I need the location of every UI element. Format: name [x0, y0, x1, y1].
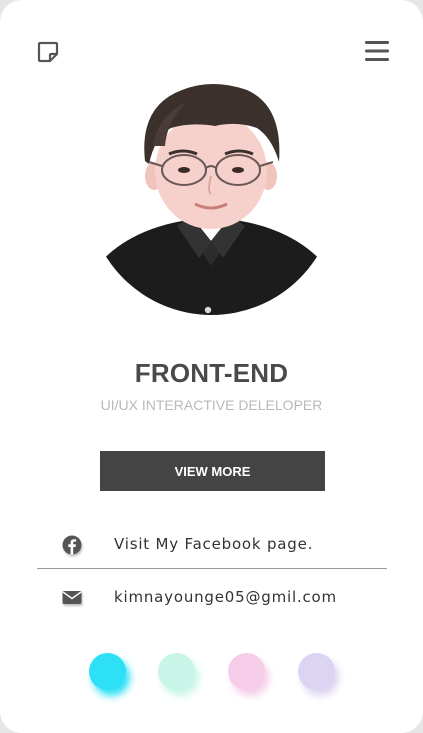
- hamburger-menu-icon[interactable]: [365, 40, 389, 62]
- avatar: [87, 66, 336, 315]
- avatar-portrait-illustration: [87, 66, 336, 315]
- theme-swatch-cyan[interactable]: [89, 653, 126, 690]
- email-link-text[interactable]: kimnayounge05@gmil.com: [114, 588, 337, 606]
- facebook-link-row[interactable]: Visit My Facebook page.: [37, 525, 387, 565]
- facebook-link-text[interactable]: Visit My Facebook page.: [114, 535, 313, 553]
- facebook-icon: [62, 535, 82, 555]
- sticky-note-icon[interactable]: [36, 40, 60, 64]
- profile-card: FRONT-END UI/UX INTERACTIVE DELELOPER VI…: [0, 0, 423, 733]
- theme-swatch-lavender[interactable]: [298, 653, 335, 690]
- divider: [37, 568, 387, 569]
- theme-swatch-mint[interactable]: [158, 653, 195, 690]
- email-link-row[interactable]: kimnayounge05@gmil.com: [37, 578, 387, 618]
- theme-swatch-pink[interactable]: [228, 653, 265, 690]
- envelope-icon: [62, 591, 82, 604]
- page-title: FRONT-END: [134, 358, 289, 388]
- view-more-button[interactable]: VIEW MORE: [100, 451, 325, 491]
- page-subtitle: UI/UX INTERACTIVE DELELOPER: [100, 397, 323, 413]
